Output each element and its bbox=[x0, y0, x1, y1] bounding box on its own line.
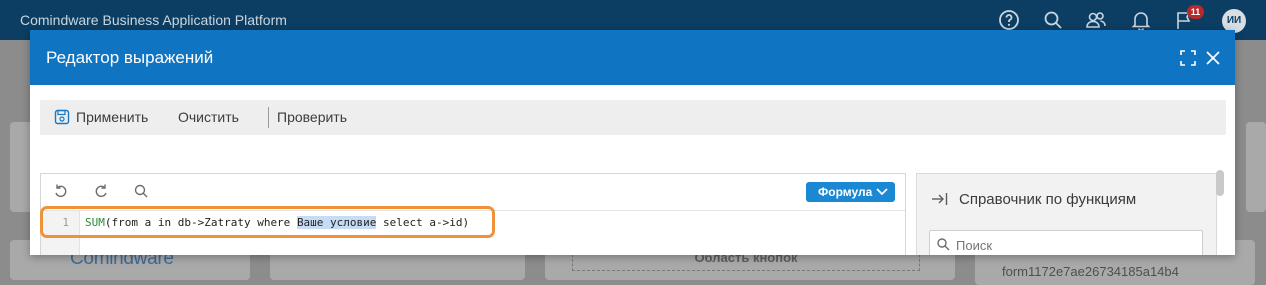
formula-mode-dropdown[interactable]: Формула bbox=[806, 182, 895, 202]
toolbar-divider bbox=[268, 107, 269, 128]
search-icon[interactable] bbox=[1041, 8, 1065, 32]
editor-toolbar: Применить Очистить Проверить bbox=[40, 100, 1226, 135]
apply-button[interactable]: Применить bbox=[54, 109, 148, 125]
notification-badge: 11 bbox=[1187, 5, 1204, 19]
users-icon[interactable] bbox=[1084, 8, 1108, 32]
clear-button[interactable]: Очистить bbox=[178, 109, 239, 125]
save-icon bbox=[54, 109, 70, 125]
formula-mode-label: Формула bbox=[818, 185, 873, 199]
function-reference-title: Справочник по функциям bbox=[959, 191, 1137, 208]
help-icon[interactable] bbox=[997, 8, 1021, 32]
dialog-header: Редактор выражений bbox=[30, 30, 1235, 85]
function-search-input[interactable] bbox=[954, 235, 1198, 255]
app-title: Comindware Business Application Platform bbox=[20, 12, 287, 28]
collapse-panel-icon[interactable] bbox=[931, 191, 949, 212]
apply-label: Применить bbox=[76, 109, 149, 125]
search-icon bbox=[937, 238, 950, 251]
dialog-title: Редактор выражений bbox=[46, 48, 214, 67]
bell-icon[interactable] bbox=[1129, 8, 1153, 32]
check-button[interactable]: Проверить bbox=[277, 109, 347, 125]
chevron-down-icon bbox=[876, 188, 888, 196]
undo-icon[interactable] bbox=[53, 183, 69, 199]
redo-icon[interactable] bbox=[93, 183, 109, 199]
maximize-icon[interactable] bbox=[1179, 49, 1197, 67]
function-reference-panel: Справочник по функциям bbox=[916, 173, 1217, 255]
function-search-field[interactable] bbox=[929, 230, 1203, 255]
highlight-frame bbox=[40, 206, 495, 238]
scrollbar[interactable] bbox=[1216, 170, 1224, 196]
search-icon[interactable] bbox=[133, 183, 149, 199]
background-card bbox=[1246, 122, 1266, 212]
close-icon[interactable] bbox=[1204, 49, 1222, 67]
background-form-id: form1172e7ae26734185a14b4 bbox=[1002, 264, 1179, 279]
